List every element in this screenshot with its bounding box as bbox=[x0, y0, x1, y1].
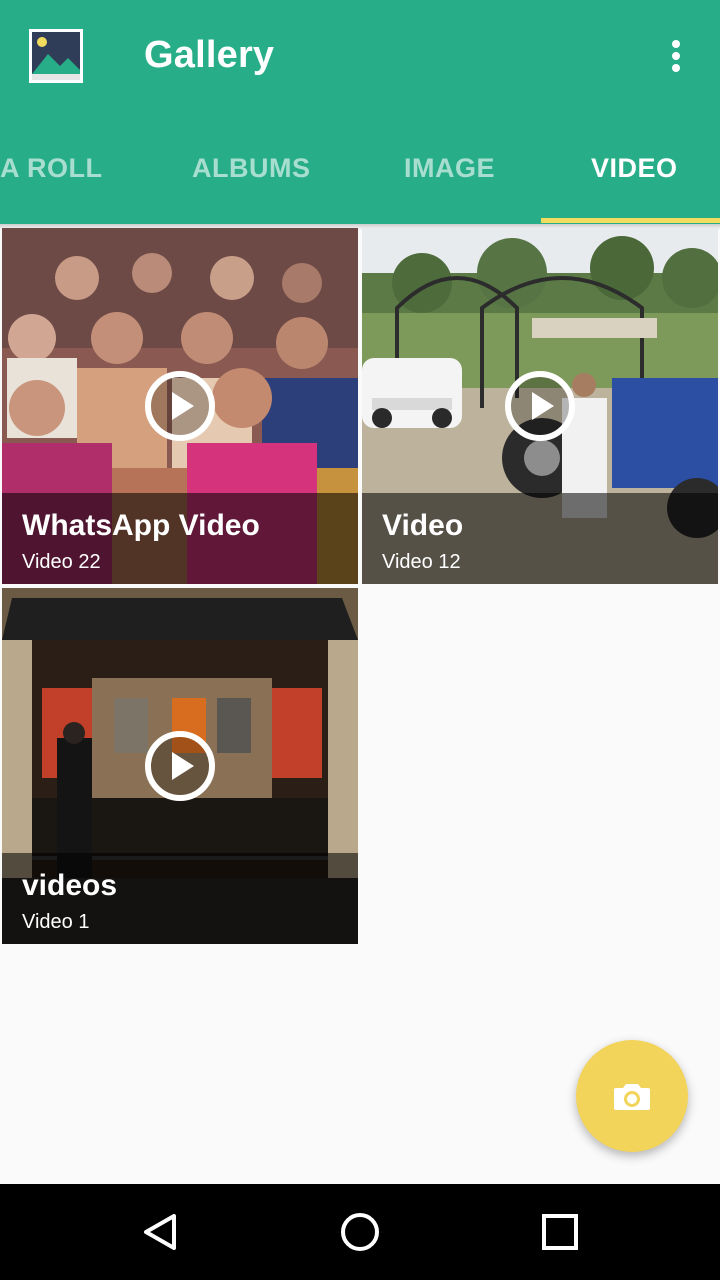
album-tile-videos[interactable]: videos Video 1 bbox=[2, 588, 358, 944]
play-icon bbox=[145, 371, 215, 441]
system-nav-bar bbox=[0, 1184, 720, 1280]
tab-indicator bbox=[541, 218, 720, 223]
tab-camera-roll[interactable]: A ROLL bbox=[0, 112, 102, 224]
album-title: WhatsApp Video bbox=[22, 509, 260, 542]
back-icon[interactable] bbox=[136, 1208, 184, 1256]
gallery-screen: Gallery A ROLL ALBUMS IMAGE VIDEO WhatsA… bbox=[0, 0, 720, 1280]
album-count: Video 22 bbox=[22, 551, 101, 573]
album-tile-whatsapp-video[interactable]: WhatsApp Video Video 22 bbox=[2, 228, 358, 584]
album-caption: videos Video 1 bbox=[2, 853, 358, 944]
album-title: Video bbox=[382, 509, 464, 542]
tab-albums[interactable]: ALBUMS bbox=[192, 112, 311, 224]
toolbar: Gallery bbox=[0, 0, 720, 112]
camera-button[interactable] bbox=[576, 1040, 688, 1152]
album-caption: WhatsApp Video Video 22 bbox=[2, 493, 358, 584]
camera-icon bbox=[614, 1084, 650, 1110]
tab-bar: A ROLL ALBUMS IMAGE VIDEO bbox=[0, 112, 720, 224]
more-vert-icon[interactable] bbox=[660, 36, 692, 76]
tab-video[interactable]: VIDEO bbox=[591, 112, 678, 224]
album-tile-video[interactable]: Video Video 12 bbox=[362, 228, 718, 584]
recents-icon[interactable] bbox=[536, 1208, 584, 1256]
album-caption: Video Video 12 bbox=[362, 493, 718, 584]
album-title: videos bbox=[22, 869, 118, 902]
play-icon bbox=[145, 731, 215, 801]
home-icon[interactable] bbox=[336, 1208, 384, 1256]
tab-image[interactable]: IMAGE bbox=[404, 112, 495, 224]
app-bar: Gallery A ROLL ALBUMS IMAGE VIDEO bbox=[0, 0, 720, 224]
play-icon bbox=[505, 371, 575, 441]
album-count: Video 1 bbox=[22, 911, 90, 933]
page-title: Gallery bbox=[144, 34, 275, 76]
album-count: Video 12 bbox=[382, 551, 461, 573]
gallery-icon bbox=[29, 29, 83, 83]
